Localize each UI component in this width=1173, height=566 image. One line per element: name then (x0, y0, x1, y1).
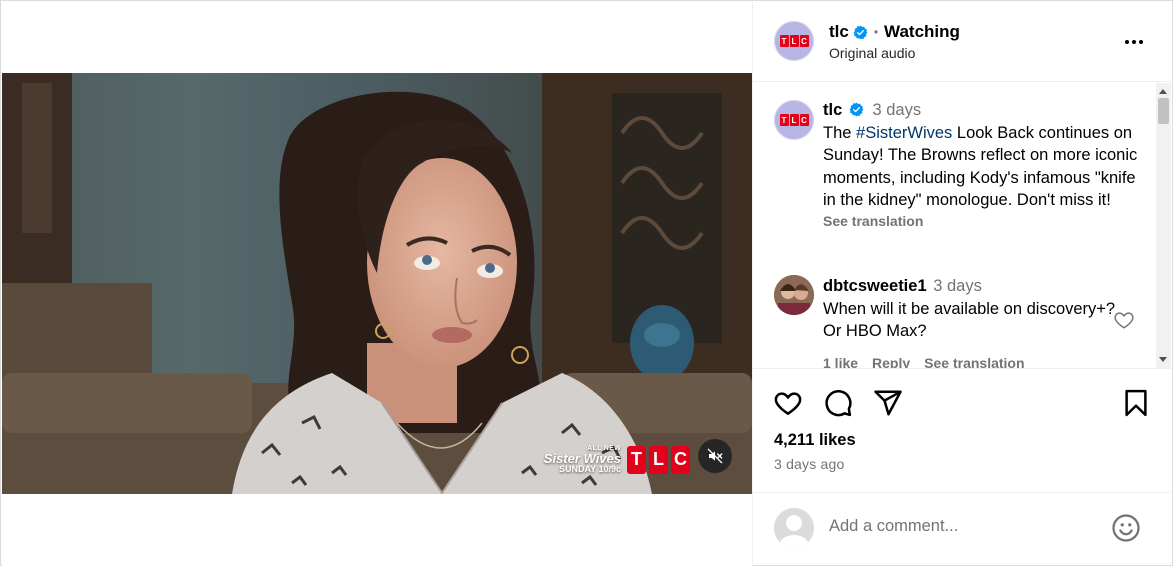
more-icon[interactable] (1122, 30, 1146, 54)
video-player[interactable]: ALL NEW Sister Wives SUNDAY 10/9c T L C (2, 73, 752, 494)
emoji-icon[interactable] (1111, 513, 1141, 543)
comment-time[interactable]: 3 days (933, 277, 982, 295)
verified-icon (849, 102, 864, 117)
tlc-channel-logo: T L C (627, 445, 690, 474)
mute-icon (707, 448, 723, 464)
promo-text: ALL NEW Sister Wives SUNDAY 10/9c (544, 445, 621, 474)
scroll-down-arrow-icon[interactable] (1159, 357, 1167, 362)
caption-time[interactable]: 3 days (872, 101, 921, 119)
comment-like-heart-icon[interactable] (1113, 309, 1135, 331)
verified-icon (853, 25, 868, 39)
post-modal: ALL NEW Sister Wives SUNDAY 10/9c T L C (0, 0, 1173, 566)
logo-letter: T (627, 445, 646, 474)
commenter-avatar[interactable] (774, 275, 814, 315)
comment-username[interactable]: dbtcsweetie1 (823, 277, 927, 295)
comment-actions: 1 like Reply See translation (823, 355, 1025, 368)
commenter-photo (774, 275, 814, 315)
comment-icon[interactable] (823, 388, 853, 418)
comments-list: T L C tlc 3 days The #SisterWives Look B… (753, 83, 1173, 368)
save-icon[interactable] (1121, 388, 1151, 418)
scroll-up-arrow-icon[interactable] (1159, 89, 1167, 94)
likes-count[interactable]: 4,211 likes (774, 431, 856, 450)
comment-input[interactable] (829, 517, 1099, 536)
heart-icon[interactable] (773, 388, 803, 418)
hashtag-link[interactable]: #SisterWives (856, 124, 952, 142)
comments-scrollbar[interactable] (1156, 83, 1171, 368)
promo-airtime: SUNDAY 10/9c (558, 464, 621, 474)
caption-text-start: The (823, 123, 857, 142)
caption-username[interactable]: tlc (823, 101, 842, 119)
post-details-panel: T L C tlc • Watching Original audio T L … (752, 2, 1173, 566)
post-caption: tlc 3 days The #SisterWives Look Back co… (823, 99, 1143, 230)
scroll-thumb[interactable] (1158, 98, 1169, 124)
media-panel: ALL NEW Sister Wives SUNDAY 10/9c T L C (2, 2, 752, 566)
comment-text: When will it be available on discovery+?… (823, 299, 1116, 341)
caption-avatar[interactable]: T L C (774, 100, 814, 140)
post-actions: 4,211 likes 3 days ago (753, 368, 1173, 492)
post-timestamp[interactable]: 3 days ago (774, 456, 845, 472)
avatar[interactable]: T L C (774, 21, 814, 61)
caption-text: The #SisterWives Look Back continues on … (823, 122, 1143, 212)
comment-item: dbtcsweetie1 3 days When will it be avai… (823, 275, 1133, 343)
username-link[interactable]: tlc (829, 22, 849, 42)
see-translation-link[interactable]: See translation (823, 212, 1143, 230)
logo-letter: L (649, 445, 668, 474)
audio-link[interactable]: Original audio (829, 45, 915, 61)
mute-button[interactable] (698, 439, 732, 473)
comment-composer (753, 492, 1173, 566)
post-header: T L C tlc • Watching Original audio (753, 2, 1173, 82)
comment-see-translation-link[interactable]: See translation (924, 355, 1024, 368)
share-icon[interactable] (873, 388, 903, 418)
default-avatar-icon (774, 508, 814, 548)
watching-link[interactable]: Watching (884, 22, 960, 42)
header-title-row: tlc • Watching (829, 22, 960, 42)
logo-letter: C (671, 445, 690, 474)
current-user-avatar (774, 508, 814, 548)
comment-likes-link[interactable]: 1 like (823, 355, 858, 368)
reply-button[interactable]: Reply (872, 355, 910, 368)
video-frame (2, 73, 752, 494)
separator-dot: • (873, 25, 879, 39)
